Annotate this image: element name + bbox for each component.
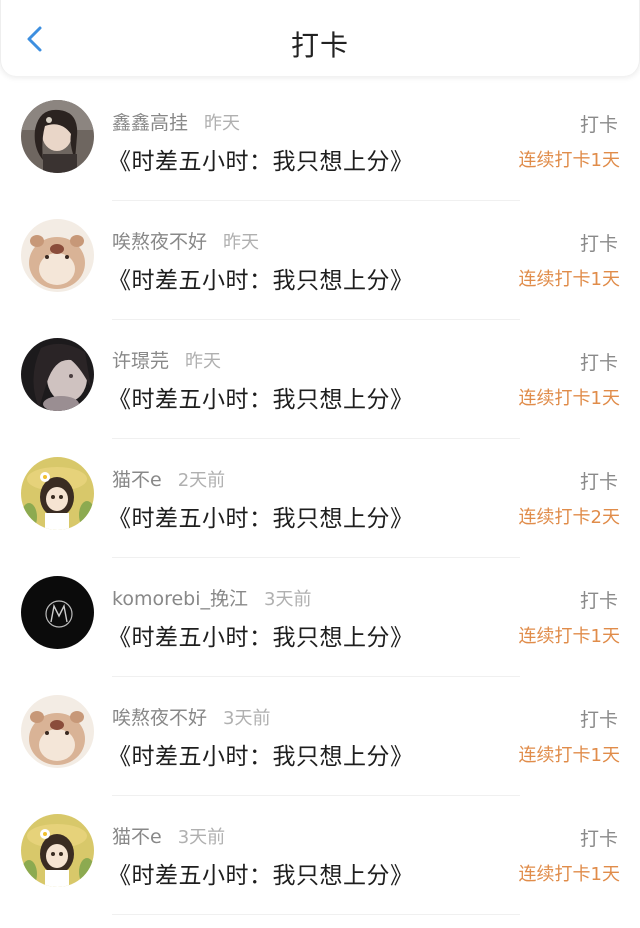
user-name[interactable]: 许璟芫 — [112, 350, 169, 372]
user-line: 猫不e 2天前 — [112, 465, 225, 492]
user-name[interactable]: 猫不e — [112, 826, 162, 848]
user-avatar[interactable] — [21, 219, 94, 292]
book-title[interactable]: 《时差五小时：我只想上分》 — [108, 737, 414, 771]
top-bar: 打卡 — [0, 0, 640, 76]
checkin-label: 打卡 — [579, 471, 618, 493]
user-line: 鑫鑫高挂 昨天 — [112, 108, 240, 135]
user-name[interactable]: komorebi_挽江 — [112, 588, 248, 610]
streak-label: 连续打卡1天 — [518, 388, 620, 409]
streak-label: 连续打卡1天 — [518, 626, 620, 647]
avatar-anime-girl-image — [21, 457, 94, 530]
book-title[interactable]: 《时差五小时：我只想上分》 — [108, 142, 414, 176]
avatar-dark-portrait-image — [21, 338, 94, 411]
avatar-anime-girl-image — [21, 814, 94, 887]
book-title[interactable]: 《时差五小时：我只想上分》 — [108, 261, 414, 295]
avatar-hamster-image — [21, 219, 94, 292]
user-line: 许璟芫 昨天 — [112, 346, 221, 373]
post-time: 昨天 — [185, 351, 222, 372]
post-time: 3天前 — [264, 589, 312, 610]
streak-label: 连续打卡2天 — [518, 507, 620, 528]
book-title[interactable]: 《时差五小时：我只想上分》 — [108, 856, 414, 890]
page-title: 打卡 — [290, 29, 349, 62]
checkin-label: 打卡 — [579, 709, 618, 731]
checkin-label: 打卡 — [579, 590, 618, 612]
list-item[interactable]: komorebi_挽江 3天前 《时差五小时：我只想上分》 打卡 连续打卡1天 — [0, 558, 640, 677]
avatar-girl-photo-image — [21, 100, 94, 173]
user-name[interactable]: 唉熬夜不好 — [112, 707, 207, 729]
streak-label: 连续打卡1天 — [518, 150, 620, 171]
user-avatar[interactable] — [21, 338, 94, 411]
user-avatar[interactable] — [21, 814, 94, 887]
avatar-black-m-image — [21, 576, 94, 649]
streak-label: 连续打卡1天 — [518, 269, 620, 290]
post-time: 昨天 — [204, 113, 241, 134]
post-time: 昨天 — [223, 232, 260, 253]
user-line: 唉熬夜不好 3天前 — [112, 703, 270, 730]
user-avatar[interactable] — [21, 695, 94, 768]
user-avatar[interactable] — [21, 576, 94, 649]
list-item[interactable]: 唉熬夜不好 昨天 《时差五小时：我只想上分》 打卡 连续打卡1天 — [0, 201, 640, 320]
checkin-label: 打卡 — [579, 233, 618, 255]
post-time: 3天前 — [177, 827, 226, 848]
list-item[interactable]: 唉熬夜不好 3天前 《时差五小时：我只想上分》 打卡 连续打卡1天 — [0, 677, 640, 796]
post-time: 2天前 — [177, 470, 226, 491]
list-item[interactable]: 猫不e 3天前 《时差五小时：我只想上分》 打卡 连续打卡1天 — [0, 796, 640, 915]
user-avatar[interactable] — [21, 100, 94, 173]
user-name[interactable]: 鑫鑫高挂 — [112, 112, 188, 134]
user-avatar[interactable] — [21, 457, 94, 530]
streak-label: 连续打卡1天 — [518, 745, 620, 766]
avatar-hamster-image — [21, 695, 94, 768]
list-item[interactable]: 许璟芫 昨天 《时差五小时：我只想上分》 打卡 连续打卡1天 — [0, 320, 640, 439]
book-title[interactable]: 《时差五小时：我只想上分》 — [108, 618, 414, 652]
streak-label: 连续打卡1天 — [518, 864, 620, 885]
post-time: 3天前 — [223, 708, 271, 729]
user-name[interactable]: 猫不e — [112, 469, 162, 491]
checkin-label: 打卡 — [579, 114, 618, 136]
checkin-list: 鑫鑫高挂 昨天 《时差五小时：我只想上分》 打卡 连续打卡1天 唉熬夜不好 昨天 《… — [0, 82, 640, 915]
checkin-label: 打卡 — [579, 828, 618, 850]
book-title[interactable]: 《时差五小时：我只想上分》 — [108, 499, 414, 533]
list-item[interactable]: 猫不e 2天前 《时差五小时：我只想上分》 打卡 连续打卡2天 — [0, 439, 640, 558]
user-line: 唉熬夜不好 昨天 — [112, 227, 259, 254]
user-line: komorebi_挽江 3天前 — [112, 584, 311, 611]
list-item[interactable]: 鑫鑫高挂 昨天 《时差五小时：我只想上分》 打卡 连续打卡1天 — [0, 82, 640, 201]
checkin-label: 打卡 — [579, 352, 618, 374]
user-line: 猫不e 3天前 — [112, 822, 225, 849]
book-title[interactable]: 《时差五小时：我只想上分》 — [108, 380, 414, 414]
divider — [112, 914, 520, 915]
user-name[interactable]: 唉熬夜不好 — [112, 231, 207, 253]
